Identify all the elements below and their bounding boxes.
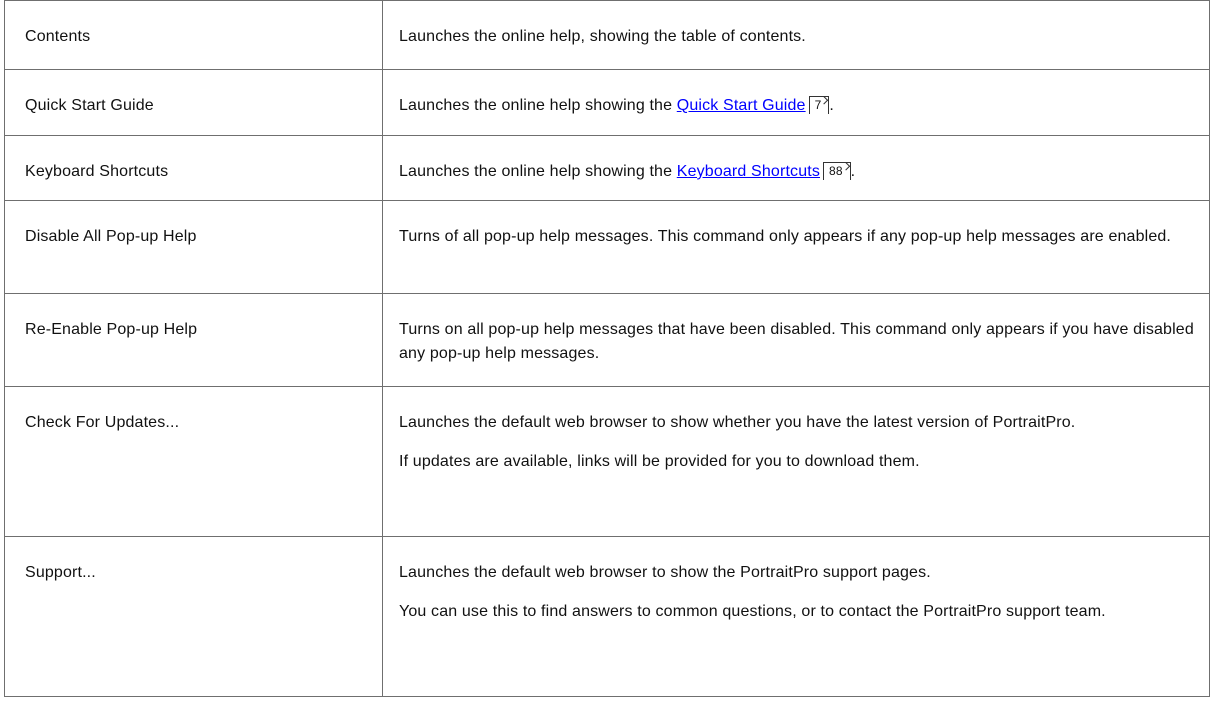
- table-row: Re-Enable Pop-up Help Turns on all pop-u…: [4, 293, 1210, 387]
- command-name-check-for-updates: Check For Updates...: [4, 386, 383, 537]
- description-text: Launches the online help showing the: [399, 97, 677, 114]
- table-row: Contents Launches the online help, showi…: [4, 0, 1210, 70]
- command-name-contents: Contents: [4, 0, 383, 70]
- command-name-disable-all-popup-help: Disable All Pop-up Help: [4, 200, 383, 294]
- command-name-quick-start-guide: Quick Start Guide: [4, 69, 383, 136]
- table-row: Disable All Pop-up Help Turns of all pop…: [4, 200, 1210, 294]
- table-row: Support... Launches the default web brow…: [4, 536, 1210, 697]
- command-description: Launches the online help showing the Key…: [382, 135, 1210, 201]
- command-description: Turns of all pop-up help messages. This …: [382, 200, 1210, 294]
- description-text: .: [850, 163, 856, 180]
- table-row: Quick Start Guide Launches the online he…: [4, 69, 1210, 136]
- description-paragraph: Turns on all pop-up help messages that h…: [399, 321, 1194, 362]
- quick-start-guide-link[interactable]: Quick Start Guide: [677, 97, 806, 114]
- table-row: Keyboard Shortcuts Launches the online h…: [4, 135, 1210, 201]
- help-menu-table: Contents Launches the online help, showi…: [4, 0, 1210, 697]
- description-text: Launches the online help showing the: [399, 163, 677, 180]
- description-paragraph: You can use this to find answers to comm…: [399, 603, 1106, 620]
- description-paragraph: If updates are available, links will be …: [399, 453, 920, 470]
- description-paragraph: Launches the default web browser to show…: [399, 564, 931, 581]
- description-paragraph: Launches the online help, showing the ta…: [399, 28, 806, 45]
- description-text: .: [829, 97, 835, 114]
- command-name-support: Support...: [4, 536, 383, 697]
- page-jump-arrow-icon: [820, 96, 829, 105]
- command-name-re-enable-popup-help: Re-Enable Pop-up Help: [4, 293, 383, 387]
- description-paragraph: Launches the default web browser to show…: [399, 414, 1076, 431]
- table-row: Check For Updates... Launches the defaul…: [4, 386, 1210, 537]
- keyboard-shortcuts-link[interactable]: Keyboard Shortcuts: [677, 163, 820, 180]
- page-number: 88: [829, 164, 843, 178]
- command-description: Launches the online help showing the Qui…: [382, 69, 1210, 136]
- command-description: Launches the default web browser to show…: [382, 386, 1210, 537]
- command-name-keyboard-shortcuts: Keyboard Shortcuts: [4, 135, 383, 201]
- description-paragraph: Turns of all pop-up help messages. This …: [399, 228, 1172, 245]
- page-reference-badge[interactable]: 88: [823, 162, 851, 180]
- command-description: Turns on all pop-up help messages that h…: [382, 293, 1210, 387]
- command-description: Launches the online help, showing the ta…: [382, 0, 1210, 70]
- command-description: Launches the default web browser to show…: [382, 536, 1210, 697]
- page-reference-badge[interactable]: 7: [808, 96, 830, 114]
